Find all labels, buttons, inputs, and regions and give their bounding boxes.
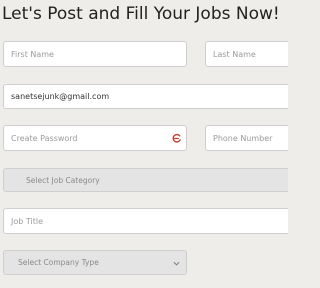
page-title: Let's Post and Fill Your Jobs Now! <box>2 4 280 24</box>
email-value: sanetsejunk@gmail.com <box>11 92 110 101</box>
job-category-selected: Select Job Category <box>26 175 100 185</box>
last-name-input[interactable]: Last Name <box>205 41 288 67</box>
company-type-selected: Select Company Type <box>18 258 99 267</box>
phone-number-input[interactable]: Phone Number <box>205 125 288 151</box>
password-input[interactable]: Create Password <box>3 125 187 151</box>
phone-number-placeholder: Phone Number <box>213 133 273 143</box>
company-type-select[interactable]: Select Company Type <box>3 250 187 275</box>
job-title-input[interactable]: Job Title <box>3 208 288 234</box>
last-name-placeholder: Last Name <box>213 49 256 59</box>
chevron-down-icon <box>173 261 180 266</box>
job-category-select[interactable]: Select Job Category <box>3 168 288 192</box>
job-title-placeholder: Job Title <box>11 216 44 226</box>
email-input[interactable]: sanetsejunk@gmail.com <box>3 84 288 109</box>
password-placeholder: Create Password <box>11 133 78 143</box>
password-manager-icon[interactable] <box>171 133 182 144</box>
first-name-input[interactable]: First Name <box>3 41 187 67</box>
first-name-placeholder: First Name <box>11 49 54 59</box>
post-jobs-page: Let's Post and Fill Your Jobs Now! First… <box>0 0 288 288</box>
